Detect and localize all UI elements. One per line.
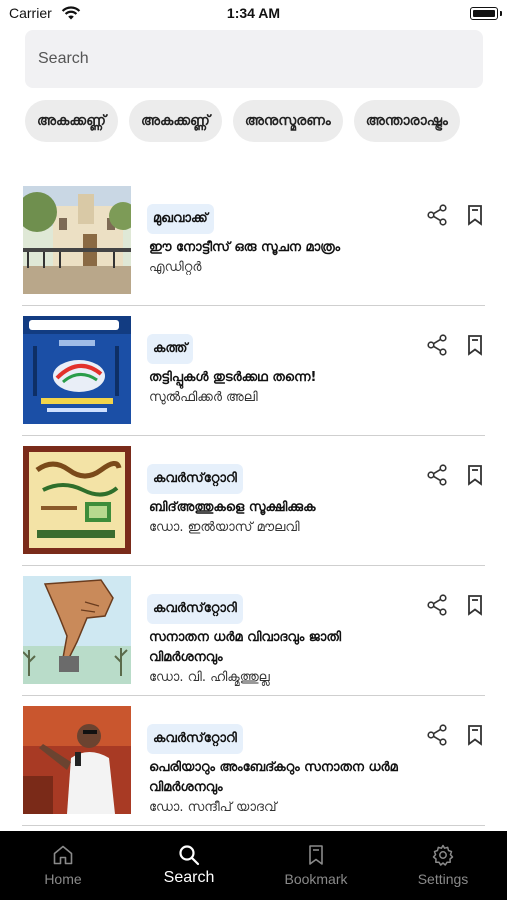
battery-icon (470, 7, 502, 20)
article-category[interactable]: കവർസ്‌റ്റോറി (147, 594, 243, 624)
tab-label: Settings (417, 871, 469, 887)
article-list: മുഖവാക്ക് ഈ നോട്ടീസ് ഒരു സൂചന മാത്രം എഡി… (0, 176, 507, 826)
article-title: ബിദ്അത്തുകളെ സൂക്ഷിക്കുക (149, 500, 316, 515)
article-thumbnail (23, 186, 131, 294)
tab-settings[interactable]: Settings (380, 831, 506, 900)
chip-akakkannu-2[interactable]: അകക്കണ്ണ് (128, 100, 222, 142)
bookmark-icon[interactable] (465, 463, 485, 487)
article-author: ഡോ. വി. ഹിക്മത്തുല്ല (149, 670, 270, 685)
bookmark-icon[interactable] (465, 333, 485, 357)
bookmark-icon[interactable] (465, 593, 485, 617)
article-thumbnail (23, 706, 131, 814)
share-icon[interactable] (425, 333, 449, 357)
article-author: ഡോ. സന്ദീപ് യാദവ് (149, 800, 277, 815)
article-thumbnail (23, 576, 131, 684)
tab-bookmark[interactable]: Bookmark (253, 831, 379, 900)
bookmark-icon[interactable] (465, 723, 485, 747)
tab-bar: Home Search Bookmark Settings (0, 831, 507, 900)
category-chip-row[interactable]: അകക്കണ്ണ് അകക്കണ്ണ് അനുസ്മരണം അന്താരാഷ്ട്രം (25, 100, 507, 142)
article-thumbnail (23, 446, 131, 554)
divider (22, 825, 485, 826)
search-input[interactable] (25, 30, 483, 88)
article-title: സനാതന ധർമ വിവാദവും ജാതി വിമർശനവും (149, 630, 342, 665)
article-item[interactable]: കവർസ്‌റ്റോറി സനാതന ധർമ വിവാദവും ജാതി വിമ… (0, 566, 507, 696)
share-icon[interactable] (425, 463, 449, 487)
share-icon[interactable] (425, 723, 449, 747)
chip-antharashtram[interactable]: അന്താരാഷ്ട്രം (353, 100, 460, 142)
clock: 1:34 AM (226, 5, 281, 21)
search-box[interactable] (25, 30, 483, 88)
article-author: എഡിറ്റർ (149, 260, 202, 275)
tab-label: Bookmark (284, 871, 348, 887)
article-item[interactable]: കത്ത് തട്ടിപ്പുകൾ തുടർക്കഥ തന്നെ! സുൽഫിക… (0, 306, 507, 436)
article-category[interactable]: കവർസ്‌റ്റോറി (147, 724, 243, 754)
status-bar: Carrier 1:34 AM (0, 0, 507, 28)
article-author: സുൽഫിക്കർ അലി (149, 390, 258, 405)
article-actions (425, 463, 485, 489)
chip-akakkannu-1[interactable]: അകക്കണ്ണ് (25, 100, 118, 142)
article-category[interactable]: കത്ത് (147, 334, 194, 364)
home-icon (53, 845, 73, 865)
tab-label: Search (163, 869, 215, 886)
share-icon[interactable] (425, 203, 449, 227)
article-author: ഡോ. ഇൽയാസ് മൗലവി (149, 520, 300, 535)
bookmark-icon (309, 845, 323, 865)
article-item[interactable]: കവർസ്‌റ്റോറി പെരിയാറും അംബേദ്കറും സനാതന … (0, 696, 507, 826)
article-title: തട്ടിപ്പുകൾ തുടർക്കഥ തന്നെ! (149, 370, 317, 385)
gear-icon (432, 844, 454, 866)
article-thumbnail (23, 316, 131, 424)
search-icon (179, 845, 200, 866)
chip-anusmaranam[interactable]: അനുസ്മരണം (232, 100, 343, 142)
article-actions (425, 333, 485, 359)
share-icon[interactable] (425, 593, 449, 617)
tab-label: Home (44, 871, 82, 887)
article-title: ഈ നോട്ടീസ് ഒരു സൂചന മാത്രം (149, 240, 341, 255)
article-actions (425, 593, 485, 619)
tab-home[interactable]: Home (0, 831, 126, 900)
article-title: പെരിയാറും അംബേദ്കറും സനാതന ധർമ വിമർശനവും (149, 760, 398, 795)
article-item[interactable]: കവർസ്‌റ്റോറി ബിദ്അത്തുകളെ സൂക്ഷിക്കുക ഡോ… (0, 436, 507, 566)
article-category[interactable]: കവർസ്‌റ്റോറി (147, 464, 243, 494)
tab-search[interactable]: Search (126, 831, 252, 900)
article-category[interactable]: മുഖവാക്ക് (147, 204, 214, 234)
article-actions (425, 723, 485, 749)
bookmark-icon[interactable] (465, 203, 485, 227)
article-actions (425, 203, 485, 229)
article-item[interactable]: മുഖവാക്ക് ഈ നോട്ടീസ് ഒരു സൂചന മാത്രം എഡി… (0, 176, 507, 306)
